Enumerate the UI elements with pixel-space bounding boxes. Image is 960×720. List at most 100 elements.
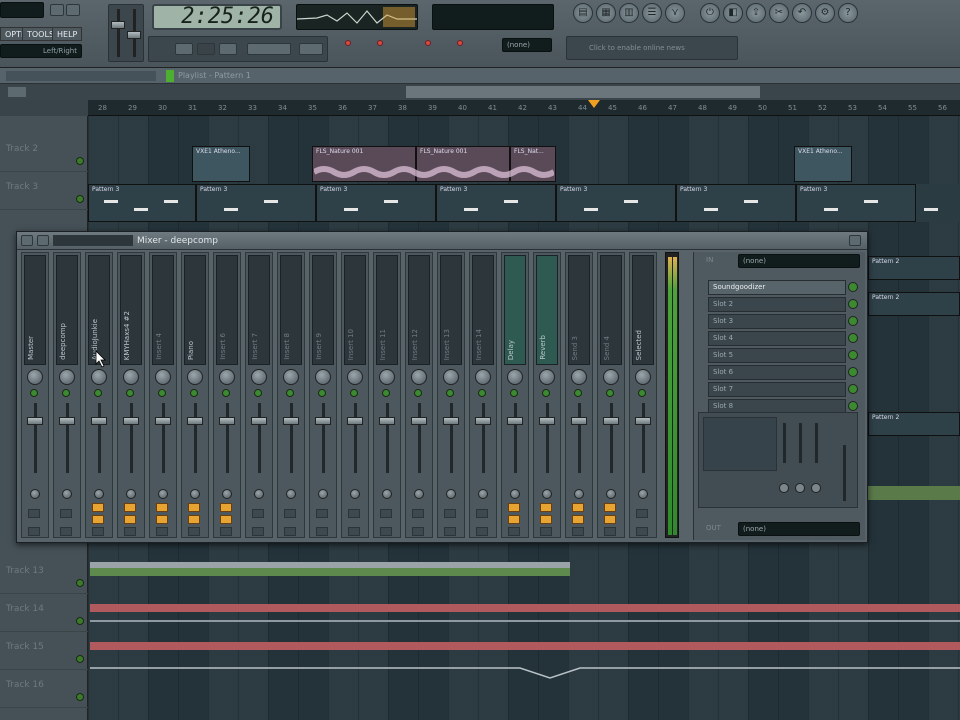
mute-led[interactable] — [542, 389, 550, 397]
audio-clip[interactable]: VXE1 Atheno... — [192, 146, 250, 182]
pattern-clip[interactable]: Pattern 3 — [796, 184, 916, 222]
stereo-knob[interactable] — [94, 489, 104, 499]
automation-clip[interactable] — [868, 486, 960, 500]
volume-fader[interactable] — [59, 417, 75, 425]
mixer-strip[interactable]: KMYHaxs4 #2 — [117, 252, 145, 538]
record-arm[interactable] — [188, 527, 200, 536]
output-selector[interactable]: (none) — [502, 38, 552, 52]
route-toggle[interactable] — [188, 515, 200, 524]
mute-led[interactable] — [606, 389, 614, 397]
pattern-selector[interactable] — [299, 43, 323, 55]
fx-slot-enable-led[interactable] — [848, 401, 858, 411]
rec-led-3[interactable] — [425, 40, 431, 46]
route-toggle[interactable] — [156, 515, 168, 524]
track-label-14[interactable]: Track 14 — [0, 594, 88, 632]
mixer-strip[interactable]: Insert 10 — [341, 252, 369, 538]
power-icon[interactable]: ⏻ — [700, 3, 720, 23]
record-arm[interactable] — [636, 527, 648, 536]
pan-knob[interactable] — [187, 369, 203, 385]
mute-led[interactable] — [446, 389, 454, 397]
pan-knob[interactable] — [91, 369, 107, 385]
tempo-display[interactable] — [247, 43, 291, 55]
volume-fader[interactable] — [539, 417, 555, 425]
fx-slot[interactable]: Slot 6 — [708, 365, 846, 380]
mute-led[interactable] — [30, 389, 38, 397]
volume-fader[interactable] — [571, 417, 587, 425]
record-arm[interactable] — [284, 527, 296, 536]
export-icon[interactable]: ⇪ — [746, 3, 766, 23]
volume-fader[interactable] — [155, 417, 171, 425]
volume-fader[interactable] — [379, 417, 395, 425]
settings-icon[interactable]: ⚙ — [815, 3, 835, 23]
fx-slot-enable-led[interactable] — [848, 384, 858, 394]
route-toggle[interactable] — [28, 509, 40, 518]
pan-knob[interactable] — [347, 369, 363, 385]
mute-led[interactable] — [158, 389, 166, 397]
fx-output-select[interactable]: (none) — [738, 522, 860, 536]
route-toggle[interactable] — [188, 503, 200, 512]
cut-icon[interactable]: ✂ — [769, 3, 789, 23]
route-toggle[interactable] — [284, 509, 296, 518]
pan-knob[interactable] — [123, 369, 139, 385]
record-arm[interactable] — [604, 527, 616, 536]
track-mute-led[interactable] — [76, 617, 84, 625]
mixer-titlebar[interactable]: Mixer - deepcomp — [17, 232, 867, 250]
route-toggle[interactable] — [604, 503, 616, 512]
lane-clip-green[interactable] — [90, 568, 570, 576]
mixer-strip[interactable]: AudioJunkie — [85, 252, 113, 538]
pan-knob[interactable] — [635, 369, 651, 385]
mixer-strip[interactable]: Selected — [629, 252, 657, 538]
stereo-knob[interactable] — [574, 489, 584, 499]
mute-led[interactable] — [126, 389, 134, 397]
route-toggle[interactable] — [572, 515, 584, 524]
volume-fader[interactable] — [187, 417, 203, 425]
route-toggle[interactable] — [476, 509, 488, 518]
record-arm[interactable] — [220, 527, 232, 536]
online-news-bar[interactable]: Click to enable online news — [566, 36, 738, 60]
mute-led[interactable] — [190, 389, 198, 397]
record-arm[interactable] — [28, 527, 40, 536]
route-toggle[interactable] — [124, 515, 136, 524]
route-toggle[interactable] — [540, 503, 552, 512]
window-min-button[interactable] — [50, 4, 64, 16]
stereo-knob[interactable] — [222, 489, 232, 499]
pattern-clip[interactable]: Pattern 2 — [868, 412, 960, 436]
pattern-clip[interactable]: Pattern 3 — [556, 184, 676, 222]
mixer-strip[interactable]: Insert 12 — [405, 252, 433, 538]
stereo-knob[interactable] — [638, 489, 648, 499]
eq-freq-knob[interactable] — [811, 483, 821, 493]
pattern-clip[interactable]: Pattern 3 — [88, 184, 196, 222]
route-toggle[interactable] — [220, 503, 232, 512]
pan-knob[interactable] — [539, 369, 555, 385]
stereo-knob[interactable] — [286, 489, 296, 499]
play-button[interactable] — [175, 43, 193, 55]
track-label-16[interactable]: Track 16 — [0, 670, 88, 708]
mute-led[interactable] — [478, 389, 486, 397]
mixer-strip[interactable]: Send 3 — [565, 252, 593, 538]
record-arm[interactable] — [444, 527, 456, 536]
mute-led[interactable] — [62, 389, 70, 397]
stereo-knob[interactable] — [606, 489, 616, 499]
stereo-knob[interactable] — [62, 489, 72, 499]
route-toggle[interactable] — [540, 515, 552, 524]
rec-led-2[interactable] — [377, 40, 383, 46]
mixer-strip[interactable]: Delay — [501, 252, 529, 538]
timeline-ruler[interactable]: 28 29 30 31 32 33 34 35 36 37 38 39 40 41 42 43 44 45 46 47… — [88, 100, 960, 116]
mute-led[interactable] — [382, 389, 390, 397]
mixer-strip[interactable]: Insert 8 — [277, 252, 305, 538]
eq-band-low[interactable] — [783, 423, 786, 463]
master-send-fader[interactable] — [843, 445, 846, 501]
track-mute-led[interactable] — [76, 157, 84, 165]
stereo-knob[interactable] — [254, 489, 264, 499]
fx-slot[interactable]: Slot 2 — [708, 297, 846, 312]
route-toggle[interactable] — [92, 515, 104, 524]
route-toggle[interactable] — [316, 509, 328, 518]
window-close-button[interactable] — [66, 4, 80, 16]
record-arm[interactable] — [316, 527, 328, 536]
mixer-strip[interactable]: Insert 6 — [213, 252, 241, 538]
eq-graph[interactable] — [703, 417, 777, 471]
track-label-3[interactable]: Track 3 — [0, 172, 88, 210]
route-toggle[interactable] — [92, 503, 104, 512]
eq-band-high[interactable] — [815, 423, 818, 463]
pan-knob[interactable] — [379, 369, 395, 385]
